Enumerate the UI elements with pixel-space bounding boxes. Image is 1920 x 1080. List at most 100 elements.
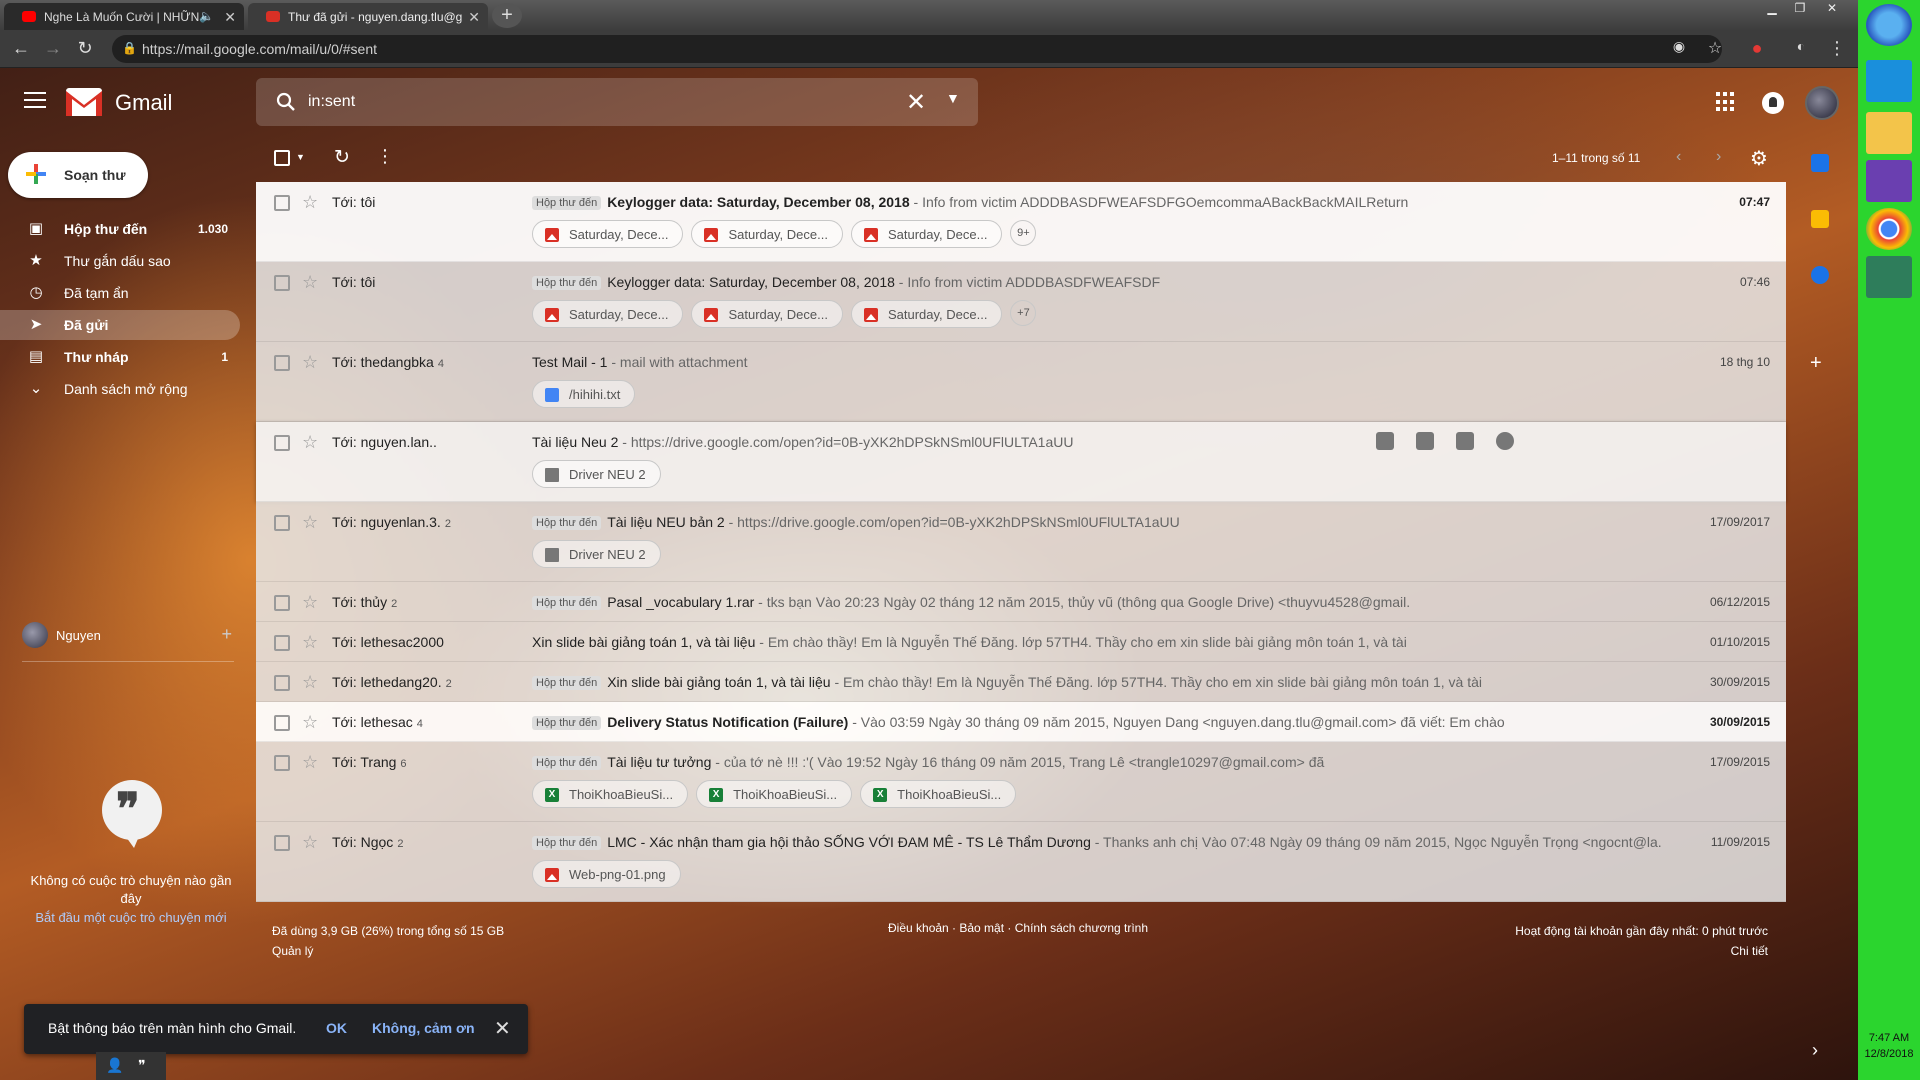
trash-icon[interactable] <box>1416 432 1434 450</box>
star-icon[interactable]: ☆ <box>302 192 318 213</box>
row-checkbox[interactable] <box>274 715 290 731</box>
more-attachments-badge[interactable]: +7 <box>1010 300 1037 326</box>
tasks-icon[interactable] <box>1811 266 1829 284</box>
details-link[interactable]: Chi tiết <box>1400 941 1768 961</box>
row-checkbox[interactable] <box>274 835 290 851</box>
more-attachments-badge[interactable]: 9+ <box>1010 220 1037 246</box>
new-tab-button[interactable]: + <box>492 3 522 28</box>
back-icon[interactable]: ← <box>10 38 32 59</box>
email-row[interactable]: ☆ Tới: lethesac2000 Xin slide bài giảng to… <box>256 622 1786 662</box>
email-row[interactable]: ☆ Tới: thedangbka 4 Test Mail - 1 - mail wi… <box>256 342 1786 422</box>
star-icon[interactable]: ☆ <box>302 512 318 533</box>
file-explorer-icon[interactable] <box>1866 112 1912 154</box>
add-chat-icon[interactable]: + <box>221 624 232 645</box>
start-chat-link[interactable]: Bắt đầu một cuộc trò chuyện mới <box>20 910 242 925</box>
no-thanks-button[interactable]: Không, cảm ơn <box>372 1020 475 1036</box>
close-icon[interactable]: ✕ <box>494 1016 511 1041</box>
prev-page-icon[interactable]: ‹ <box>1676 148 1681 166</box>
row-checkbox[interactable] <box>274 515 290 531</box>
mark-read-icon[interactable] <box>1456 432 1474 450</box>
keep-icon[interactable] <box>1811 210 1829 228</box>
email-row[interactable]: ☆ Tới: lethesac 4 Hộp thư đến Delivery Statu… <box>256 702 1786 742</box>
bookmark-star-icon[interactable]: ☆ <box>1704 38 1726 58</box>
archive-icon[interactable] <box>1376 432 1394 450</box>
row-checkbox[interactable] <box>274 275 290 291</box>
attachment-chip[interactable]: Driver NEU 2 <box>532 460 661 488</box>
email-row[interactable]: ☆ Tới: lethedang20. 2 Hộp thư đến Xin slide … <box>256 662 1786 702</box>
app-icon[interactable] <box>1866 256 1912 298</box>
settings-gear-icon[interactable]: ⚙ <box>1750 146 1768 171</box>
speaker-icon[interactable]: 🔈 <box>199 9 214 23</box>
attachment-chip[interactable]: X ThoiKhoaBieuSi... <box>532 780 689 808</box>
close-tab-icon[interactable]: ✕ <box>224 9 236 26</box>
star-icon[interactable]: ☆ <box>302 832 318 853</box>
manage-storage-link[interactable]: Quản lý <box>272 941 504 961</box>
inbox-label[interactable]: Hộp thư đến <box>532 516 602 530</box>
close-window-button[interactable]: ✕ <box>1816 0 1848 18</box>
account-avatar[interactable] <box>1805 86 1839 120</box>
gmail-logo-icon[interactable] <box>66 88 102 116</box>
star-icon[interactable]: ☆ <box>302 592 318 613</box>
search-icon[interactable] <box>276 92 296 112</box>
next-page-icon[interactable]: › <box>1716 148 1721 166</box>
attachment-chip[interactable]: /hihihi.txt <box>532 380 636 408</box>
select-dropdown-icon[interactable]: ▼ <box>296 152 305 162</box>
search-options-icon[interactable]: ▼ <box>946 90 960 106</box>
attachment-chip[interactable]: Saturday, Dece... <box>850 300 1003 328</box>
attachment-chip[interactable]: X ThoiKhoaBieuSi... <box>696 780 853 808</box>
app-name[interactable]: Gmail <box>115 90 172 116</box>
visual-studio-icon[interactable] <box>1866 160 1912 202</box>
restore-window-button[interactable]: ❐ <box>1784 0 1816 18</box>
sidebar-item-inbox[interactable]: ▣ Hộp thư đến 1.030 <box>0 214 240 244</box>
row-checkbox[interactable] <box>274 195 290 211</box>
extension-icon[interactable]: ● <box>1746 38 1768 59</box>
apps-grid-icon[interactable] <box>1716 92 1736 112</box>
address-bar[interactable]: 🔒 https://mail.google.com/mail/u/0/#sent <box>112 35 1722 63</box>
sidebar-item-sent[interactable]: ➤ Đã gửi <box>0 310 240 340</box>
refresh-icon[interactable]: ↻ <box>334 146 350 169</box>
eye-icon[interactable]: ◉ <box>1668 38 1690 55</box>
select-all-checkbox[interactable] <box>274 150 290 166</box>
reload-icon[interactable]: ↻ <box>74 38 96 59</box>
row-checkbox[interactable] <box>274 595 290 611</box>
inbox-label[interactable]: Hộp thư đến <box>532 276 602 290</box>
inbox-label[interactable]: Hộp thư đến <box>532 676 602 690</box>
sidebar-item-snoozed[interactable]: ◷ Đã tạm ẩn <box>0 278 240 308</box>
snooze-icon[interactable] <box>1496 432 1514 450</box>
profile-icon[interactable]: ◐ <box>1790 38 1812 54</box>
email-row[interactable]: ☆ Tới: nguyen.lan.. Tài liệu Neu 2 - https… <box>256 422 1786 502</box>
star-icon[interactable]: ☆ <box>302 352 318 373</box>
main-menu-icon[interactable] <box>24 92 46 110</box>
inbox-label[interactable]: Hộp thư đến <box>532 756 602 770</box>
contacts-icon[interactable]: 👤 <box>106 1057 123 1074</box>
more-options-icon[interactable]: ⋮ <box>376 146 394 167</box>
attachment-chip[interactable]: Saturday, Dece... <box>532 220 684 248</box>
inbox-label[interactable]: Hộp thư đến <box>532 836 602 850</box>
star-icon[interactable]: ☆ <box>302 432 318 453</box>
star-icon[interactable]: ☆ <box>302 272 318 293</box>
search-input[interactable] <box>308 90 888 114</box>
notifications-icon[interactable] <box>1762 92 1784 114</box>
inbox-label[interactable]: Hộp thư đến <box>532 196 602 210</box>
inbox-label[interactable]: Hộp thư đến <box>532 596 602 610</box>
chat-icon[interactable]: ❞ <box>138 1057 146 1074</box>
row-checkbox[interactable] <box>274 355 290 371</box>
compose-button[interactable]: Soạn thư <box>8 152 148 198</box>
footer-links[interactable]: Điều khoản · Bảo mật · Chính sách chương… <box>888 921 1148 935</box>
row-checkbox[interactable] <box>274 435 290 451</box>
attachment-chip[interactable]: Driver NEU 2 <box>532 540 661 568</box>
hangouts-user[interactable]: Nguyen + <box>22 622 232 652</box>
sidebar-item-more[interactable]: ⌄ Danh sách mở rộng <box>0 374 240 404</box>
star-icon[interactable]: ☆ <box>302 632 318 653</box>
row-checkbox[interactable] <box>274 635 290 651</box>
star-icon[interactable]: ☆ <box>302 712 318 733</box>
sidebar-item-drafts[interactable]: ▤ Thư nháp 1 <box>0 342 240 372</box>
star-icon[interactable]: ☆ <box>302 752 318 773</box>
inbox-label[interactable]: Hộp thư đến <box>532 716 602 730</box>
row-checkbox[interactable] <box>274 675 290 691</box>
email-row[interactable]: ☆ Tới: nguyenlan.3. 2 Hộp thư đến Tài liệu N… <box>256 502 1786 582</box>
email-row[interactable]: ☆ Tới: tôi Hộp thư đến Keylogger data: Satu… <box>256 182 1786 262</box>
close-tab-icon[interactable]: ✕ <box>468 9 480 26</box>
attachment-chip[interactable]: X ThoiKhoaBieuSi... <box>860 780 1017 808</box>
attachment-chip[interactable]: Saturday, Dece... <box>532 300 684 328</box>
